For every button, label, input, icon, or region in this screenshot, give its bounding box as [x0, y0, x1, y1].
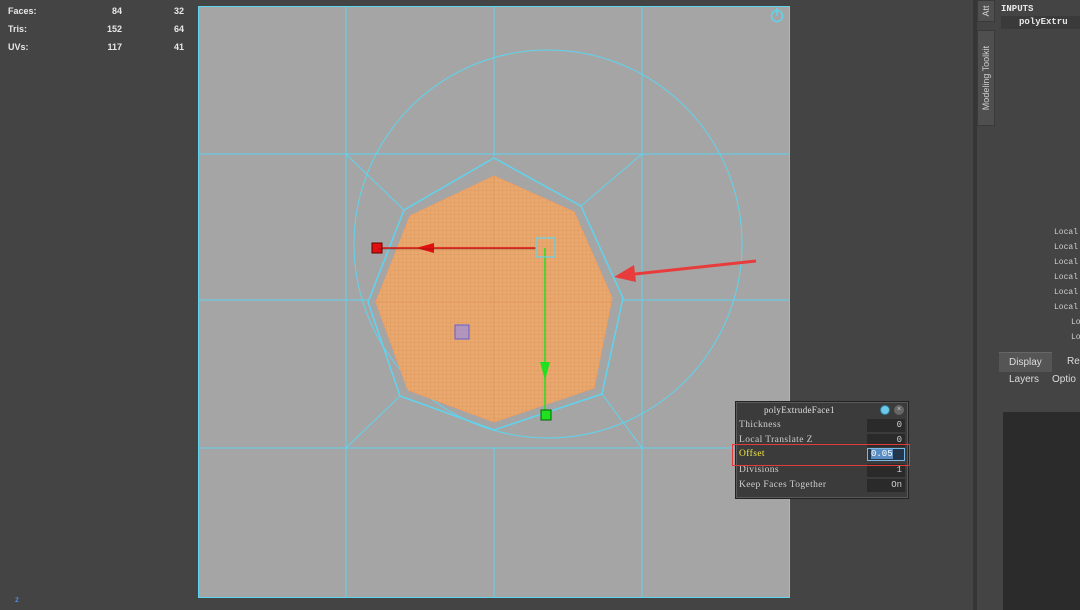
tab-attribute-editor[interactable]: Att [977, 0, 995, 22]
attr-row-keep-faces-together: Keep Faces Together On [739, 479, 907, 492]
right-vertical-tabs: Att Modeling Toolkit [977, 0, 997, 610]
y-handle-square[interactable] [540, 409, 552, 421]
channel-attr[interactable]: Local [1054, 228, 1078, 237]
attr-value-field[interactable]: On [867, 479, 905, 492]
attr-label: Offset [739, 449, 765, 459]
viewport-scene[interactable] [198, 6, 790, 598]
layer-list[interactable] [1003, 412, 1080, 610]
attr-row-divisions: Divisions 1 [739, 464, 907, 477]
poly-extrude-panel: polyExtrudeFace1 × Thickness 0 Local Tra… [735, 401, 909, 499]
channel-attr[interactable]: Lo [1071, 333, 1080, 342]
channel-attr[interactable]: Local [1054, 303, 1078, 312]
channel-attr[interactable]: Local [1054, 258, 1078, 267]
pivot-square[interactable] [454, 324, 470, 340]
offset-input[interactable]: 0.05 [867, 448, 905, 461]
layer-tab-bar: Display Re [999, 352, 1080, 372]
hud-label: Faces: [8, 6, 37, 16]
hud-label: Tris: [8, 24, 28, 34]
close-icon[interactable]: × [894, 405, 904, 415]
attr-value-field[interactable]: 0 [867, 434, 905, 447]
tab-label: Att [981, 5, 991, 17]
manipulator-toggle-icon[interactable] [880, 405, 890, 415]
hud-value: 64 [173, 24, 184, 34]
attr-value-field[interactable]: 1 [867, 464, 905, 477]
offset-value-selected: 0.05 [871, 449, 893, 459]
layer-editor: Display Re Layers Optio [999, 352, 1080, 610]
inputs-node-item[interactable]: polyExtru [1001, 16, 1080, 29]
x-handle-square[interactable] [371, 242, 383, 254]
hud-value: 152 [106, 24, 122, 34]
menu-options[interactable]: Optio [1052, 374, 1076, 385]
channel-attr[interactable]: Local [1054, 288, 1078, 297]
tab-render[interactable]: Re [1057, 352, 1080, 372]
hud-value: 32 [173, 6, 184, 16]
panel-title-bar[interactable]: polyExtrudeFace1 × [736, 402, 910, 419]
channel-attr[interactable]: Local [1054, 273, 1078, 282]
channel-box-inputs: INPUTS polyExtru Local Local Local Local… [997, 0, 1080, 350]
panel-title: polyExtrudeFace1 [764, 405, 835, 415]
tab-modeling-toolkit[interactable]: Modeling Toolkit [977, 30, 995, 126]
attr-row-offset: Offset 0.05 [739, 448, 907, 461]
annotation-arrow-line [625, 259, 757, 277]
attr-label: Divisions [739, 465, 780, 475]
axis-indicator: z [15, 595, 19, 604]
attr-label: Keep Faces Together [739, 480, 827, 490]
attr-value-field[interactable]: 0 [867, 419, 905, 432]
hud-value: 117 [107, 42, 122, 52]
attr-row-thickness: Thickness 0 [739, 419, 907, 432]
menu-layers[interactable]: Layers [1009, 374, 1039, 385]
inputs-header: INPUTS [1001, 4, 1034, 14]
attr-label: Thickness [739, 420, 782, 430]
attr-row-local-translate-z: Local Translate Z 0 [739, 434, 907, 447]
hud-label: UVs: [8, 42, 29, 52]
hud-value: 41 [173, 42, 184, 52]
hud-value: 84 [111, 6, 122, 16]
channel-attr[interactable]: Lo [1071, 318, 1080, 327]
viewport-canvas[interactable] [198, 6, 790, 598]
attr-label: Local Translate Z [739, 435, 813, 445]
annotation-arrow-icon [614, 265, 636, 282]
channel-attr[interactable]: Local [1054, 243, 1078, 252]
tab-display[interactable]: Display [999, 352, 1052, 372]
tab-label: Modeling Toolkit [981, 45, 991, 111]
